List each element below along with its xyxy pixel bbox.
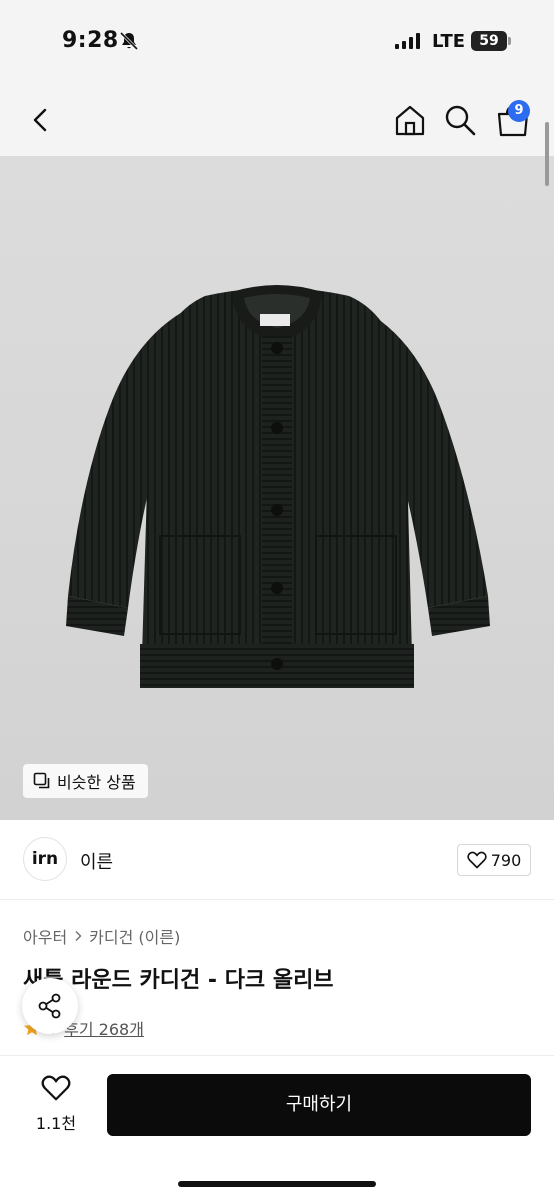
bottom-action-bar: 1.1천 구매하기 [0,1055,554,1200]
like-count: 790 [490,850,522,870]
breadcrumb: 아우터 카디건 (이른) [23,924,180,948]
battery-level: 59 [479,33,499,49]
review-count-link[interactable]: 후기 268개 [64,1016,144,1040]
battery-icon: 59 [471,31,511,51]
nav-bar [0,84,554,156]
scroll-indicator[interactable] [545,122,549,186]
product-image[interactable] [0,156,554,820]
similar-items-button[interactable]: 비슷한 상품 [23,764,148,798]
cardigan-image [66,285,490,688]
home-indicator[interactable] [178,1181,376,1187]
heart-icon [41,1075,71,1101]
like-button[interactable]: 790 [457,844,531,876]
buy-button[interactable]: 구매하기 [107,1074,531,1136]
back-icon[interactable] [22,102,58,138]
brand-name[interactable]: 이른 [80,848,113,874]
share-button[interactable] [22,978,78,1034]
similar-items-label: 비슷한 상품 [57,773,136,792]
home-icon[interactable] [392,102,428,138]
status-time: 9:28 [62,28,119,53]
brand-row: irn 이른 790 [0,820,554,900]
bell-off-icon [119,31,139,51]
copy-icon [33,772,50,789]
share-icon [38,993,61,1019]
search-icon[interactable] [442,102,478,138]
network-type: LTE [432,31,466,52]
heart-icon [467,851,487,869]
cart-count-badge[interactable]: 9 [508,100,530,122]
breadcrumb-category[interactable]: 아우터 [23,924,67,948]
breadcrumb-subcategory[interactable]: 카디건 (이른) [89,924,180,948]
wishlist-button[interactable]: 1.1천 [24,1074,88,1138]
status-bar: 9:28 LTE 59 [0,0,554,84]
chevron-right-icon [75,930,82,942]
signal-icon [395,33,420,49]
brand-logo[interactable]: irn [23,837,67,881]
wishlist-count: 1.1천 [35,1114,77,1133]
